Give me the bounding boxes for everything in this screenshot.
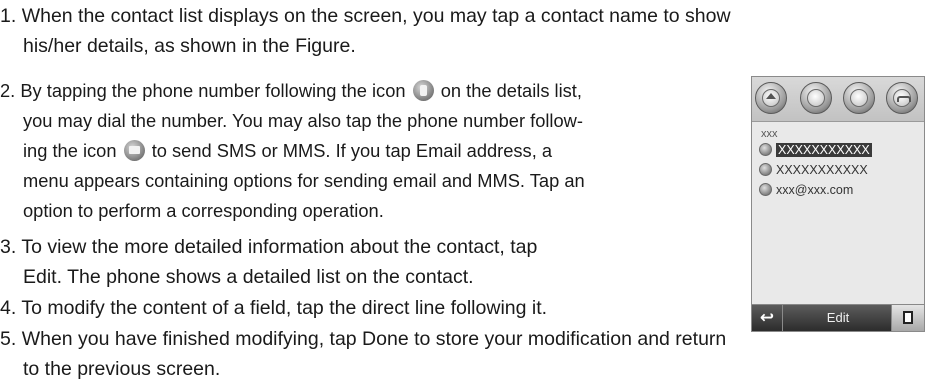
- step-3-number: 3.: [0, 236, 17, 258]
- phone-bottom-bar: ↩ Edit: [752, 304, 924, 331]
- step-4: 4. To modify the content of a field, tap…: [0, 293, 547, 323]
- step-3-line-1: To view the more detailed information ab…: [21, 236, 538, 258]
- menu-icon[interactable]: [891, 305, 924, 331]
- email-address[interactable]: xxx@xxx.com: [776, 183, 853, 197]
- phone-icon: [412, 80, 434, 101]
- step-4-number: 4.: [0, 297, 17, 319]
- step-2-line-1-post: on the details list,: [440, 80, 582, 101]
- step-5: 5. When you have finished modifying, tap…: [0, 324, 726, 384]
- step-3: 3. To view the more detailed information…: [0, 232, 537, 292]
- edit-button[interactable]: Edit: [786, 305, 890, 331]
- edit-pen-icon[interactable]: [843, 82, 875, 114]
- hang-up-icon[interactable]: [886, 82, 918, 114]
- step-4-line-1: To modify the content of a field, tap th…: [21, 297, 548, 319]
- step-5-line-1: When you have finished modifying, tap Do…: [21, 328, 727, 350]
- step-1-line-2: his/her details, as shown in the Figure.: [23, 35, 356, 57]
- phone-number-row[interactable]: XXXXXXXXXXX: [759, 143, 872, 159]
- sms-number-row[interactable]: XXXXXXXXXXX: [759, 163, 868, 179]
- step-2-line-1-pre: By tapping the phone number following th…: [20, 80, 406, 101]
- contacts-icon[interactable]: [800, 82, 832, 114]
- step-2-line-5: option to perform a corresponding operat…: [23, 200, 384, 221]
- phone-top-bar: [752, 77, 924, 122]
- step-3-line-2: Edit. The phone shows a detailed list on…: [23, 266, 474, 288]
- phone-figure: xxx XXXXXXXXXXX XXXXXXXXXXX xxx@xxx.com …: [751, 76, 925, 332]
- email-row[interactable]: xxx@xxx.com: [759, 183, 853, 199]
- phone-number[interactable]: XXXXXXXXXXX: [776, 143, 872, 157]
- phone-icon: [759, 143, 772, 156]
- step-1-line-1: When the contact list displays on the sc…: [21, 5, 731, 27]
- step-1-number: 1.: [0, 5, 17, 27]
- contact-name: xxx: [761, 128, 778, 140]
- email-icon: [759, 183, 772, 196]
- step-2: 2. By tapping the phone number following…: [0, 76, 585, 226]
- home-icon[interactable]: [755, 82, 787, 114]
- step-2-number: 2.: [0, 80, 16, 101]
- sms-icon: [759, 163, 772, 176]
- step-5-number: 5.: [0, 328, 17, 350]
- sms-number[interactable]: XXXXXXXXXXX: [776, 163, 868, 177]
- step-2-line-2: you may dial the number. You may also ta…: [23, 110, 583, 131]
- step-2-line-4: menu appears containing options for send…: [23, 170, 585, 191]
- sms-icon: [123, 140, 145, 161]
- step-2-line-3-pre: ing the icon: [23, 140, 117, 161]
- back-button[interactable]: ↩: [752, 305, 783, 331]
- step-2-line-3-post: to send SMS or MMS. If you tap Email add…: [151, 140, 553, 161]
- step-1: 1. When the contact list displays on the…: [0, 1, 731, 61]
- step-5-line-2: to the previous screen.: [23, 358, 221, 380]
